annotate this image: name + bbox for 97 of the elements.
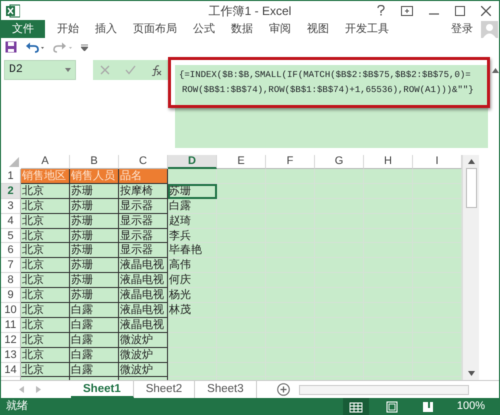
table-cell: 林茂 bbox=[168, 303, 217, 318]
table-cell: 白露 bbox=[70, 362, 119, 378]
scroll-thumb[interactable] bbox=[466, 168, 476, 208]
table-cell: 白露 bbox=[70, 332, 119, 348]
column-header[interactable]: D bbox=[168, 155, 217, 169]
table-cell: 苏珊 bbox=[70, 273, 119, 288]
column-header[interactable]: I bbox=[413, 155, 462, 169]
formula-field[interactable]: {=INDEX($B:$B,SMALL(IF(MATCH($B$2:$B$75,$B$2:$B$75,0)= ROW($B$1:$B$74),ROW($B$1:$B$74)+1,65536),ROW(A1)))&""} bbox=[175, 65, 488, 148]
table-cell: 高伟 bbox=[168, 258, 217, 274]
table-cell: 品名 bbox=[119, 169, 168, 184]
collapse-icon[interactable] bbox=[492, 68, 499, 73]
excel-logo-icon bbox=[6, 4, 20, 18]
status-text: 就绪 bbox=[6, 399, 28, 414]
table-cell: 液晶电视 bbox=[119, 288, 168, 304]
table-cell: 按摩椅 bbox=[119, 184, 168, 199]
table-cell: 赵琦 bbox=[168, 214, 217, 229]
ribbon-tab[interactable]: 开始 bbox=[49, 20, 87, 38]
table-cell: 杨光 bbox=[168, 288, 217, 304]
table-cell: 白露 bbox=[70, 348, 119, 363]
name-box[interactable]: D2 bbox=[4, 60, 76, 80]
table-cell: 液晶电视 bbox=[119, 258, 168, 274]
table-cell: 苏珊 bbox=[70, 184, 119, 199]
column-header[interactable]: E bbox=[217, 155, 266, 169]
table-cell: 北京 bbox=[21, 198, 70, 214]
page-break-icon bbox=[420, 400, 435, 412]
file-tab[interactable]: 文件 bbox=[1, 20, 45, 38]
table-cell: 北京 bbox=[21, 258, 70, 274]
table-cell: 显示器 bbox=[119, 214, 168, 229]
ribbon-tab[interactable]: 公式 bbox=[185, 20, 223, 38]
table-cell: 销售地区 bbox=[21, 169, 70, 184]
ribbon-tab[interactable]: 数据 bbox=[223, 20, 261, 38]
ribbon-tab[interactable]: 视图 bbox=[299, 20, 337, 38]
table-cell: 北京 bbox=[21, 362, 70, 378]
table-cell: 销售人员 bbox=[70, 169, 119, 184]
table-cell: 何庆 bbox=[168, 273, 217, 288]
view-button[interactable] bbox=[342, 398, 369, 415]
table-cell: 北京 bbox=[21, 332, 70, 348]
table-cell: 苏珊 bbox=[70, 214, 119, 229]
scroll-down-icon[interactable] bbox=[468, 371, 475, 376]
normal-view-icon bbox=[348, 400, 363, 412]
table-cell: 苏珊 bbox=[70, 198, 119, 214]
table-cell: 白露 bbox=[70, 318, 119, 333]
close-icon[interactable] bbox=[481, 6, 491, 16]
ribbon-display-icon[interactable] bbox=[401, 6, 413, 16]
function-icon[interactable] bbox=[150, 64, 162, 76]
table-cell: 苏珊 bbox=[70, 228, 119, 244]
zoom-level[interactable]: 100% bbox=[456, 398, 485, 415]
table-cell: 液晶电视 bbox=[119, 273, 168, 288]
table-cell: 液晶电视 bbox=[119, 303, 168, 318]
ribbon-tab[interactable]: 页面布局 bbox=[125, 20, 185, 38]
ribbon-tab[interactable]: 审阅 bbox=[261, 20, 299, 38]
table-cell: 北京 bbox=[21, 243, 70, 258]
table-cell: 北京 bbox=[21, 184, 70, 199]
scroll-up-icon[interactable] bbox=[468, 159, 474, 164]
table-cell: 北京 bbox=[21, 273, 70, 288]
add-sheet-icon[interactable] bbox=[276, 383, 290, 396]
save-icon[interactable] bbox=[5, 41, 17, 53]
table-cell: 显示器 bbox=[119, 228, 168, 244]
table-cell: 北京 bbox=[21, 228, 70, 244]
help-icon[interactable] bbox=[377, 5, 385, 16]
customize-icon[interactable] bbox=[81, 44, 88, 50]
table-cell: 北京 bbox=[21, 318, 70, 333]
sign-in-link[interactable]: 登录 bbox=[443, 20, 481, 38]
window-title: 工作簿1 - Excel bbox=[208, 2, 292, 20]
column-header[interactable]: C bbox=[119, 155, 168, 169]
table-cell: 微波炉 bbox=[119, 348, 168, 363]
table-cell: 液晶电视 bbox=[119, 318, 168, 333]
table-cell: 北京 bbox=[21, 214, 70, 229]
maximize-icon[interactable] bbox=[455, 6, 465, 16]
table-cell: 微波炉 bbox=[119, 332, 168, 348]
table-cell: 北京 bbox=[21, 348, 70, 363]
column-header[interactable]: B bbox=[70, 155, 119, 169]
table-cell: 北京 bbox=[21, 303, 70, 318]
table-cell: 微波炉 bbox=[119, 362, 168, 378]
column-header[interactable]: H bbox=[364, 155, 413, 169]
table-cell: 苏珊 bbox=[70, 258, 119, 274]
table-cell: 显示器 bbox=[119, 198, 168, 214]
table-cell: 北京 bbox=[21, 288, 70, 304]
ribbon-tab[interactable]: 开发工具 bbox=[337, 20, 397, 38]
vertical-scrollbar[interactable] bbox=[462, 155, 479, 380]
horizontal-scrollbar[interactable] bbox=[299, 384, 469, 394]
column-header[interactable]: A bbox=[21, 155, 70, 169]
column-header[interactable]: G bbox=[315, 155, 364, 169]
page-layout-icon bbox=[384, 400, 399, 412]
table-cell: 显示器 bbox=[119, 243, 168, 258]
table-cell: 李兵 bbox=[168, 228, 217, 244]
table-cell: 白露 bbox=[70, 303, 119, 318]
undo-icon[interactable] bbox=[25, 41, 45, 53]
table-cell: 毕春艳 bbox=[168, 243, 217, 258]
column-header[interactable]: F bbox=[266, 155, 315, 169]
ribbon-tab[interactable]: 插入 bbox=[87, 20, 125, 38]
table-cell: 白露 bbox=[168, 198, 217, 214]
table-cell: 苏珊 bbox=[70, 243, 119, 258]
table-cell: 苏珊 bbox=[70, 288, 119, 304]
cell-reference: D2 bbox=[9, 62, 23, 78]
dropdown-icon[interactable] bbox=[65, 68, 71, 72]
row-header[interactable]: 2 bbox=[1, 184, 21, 199]
